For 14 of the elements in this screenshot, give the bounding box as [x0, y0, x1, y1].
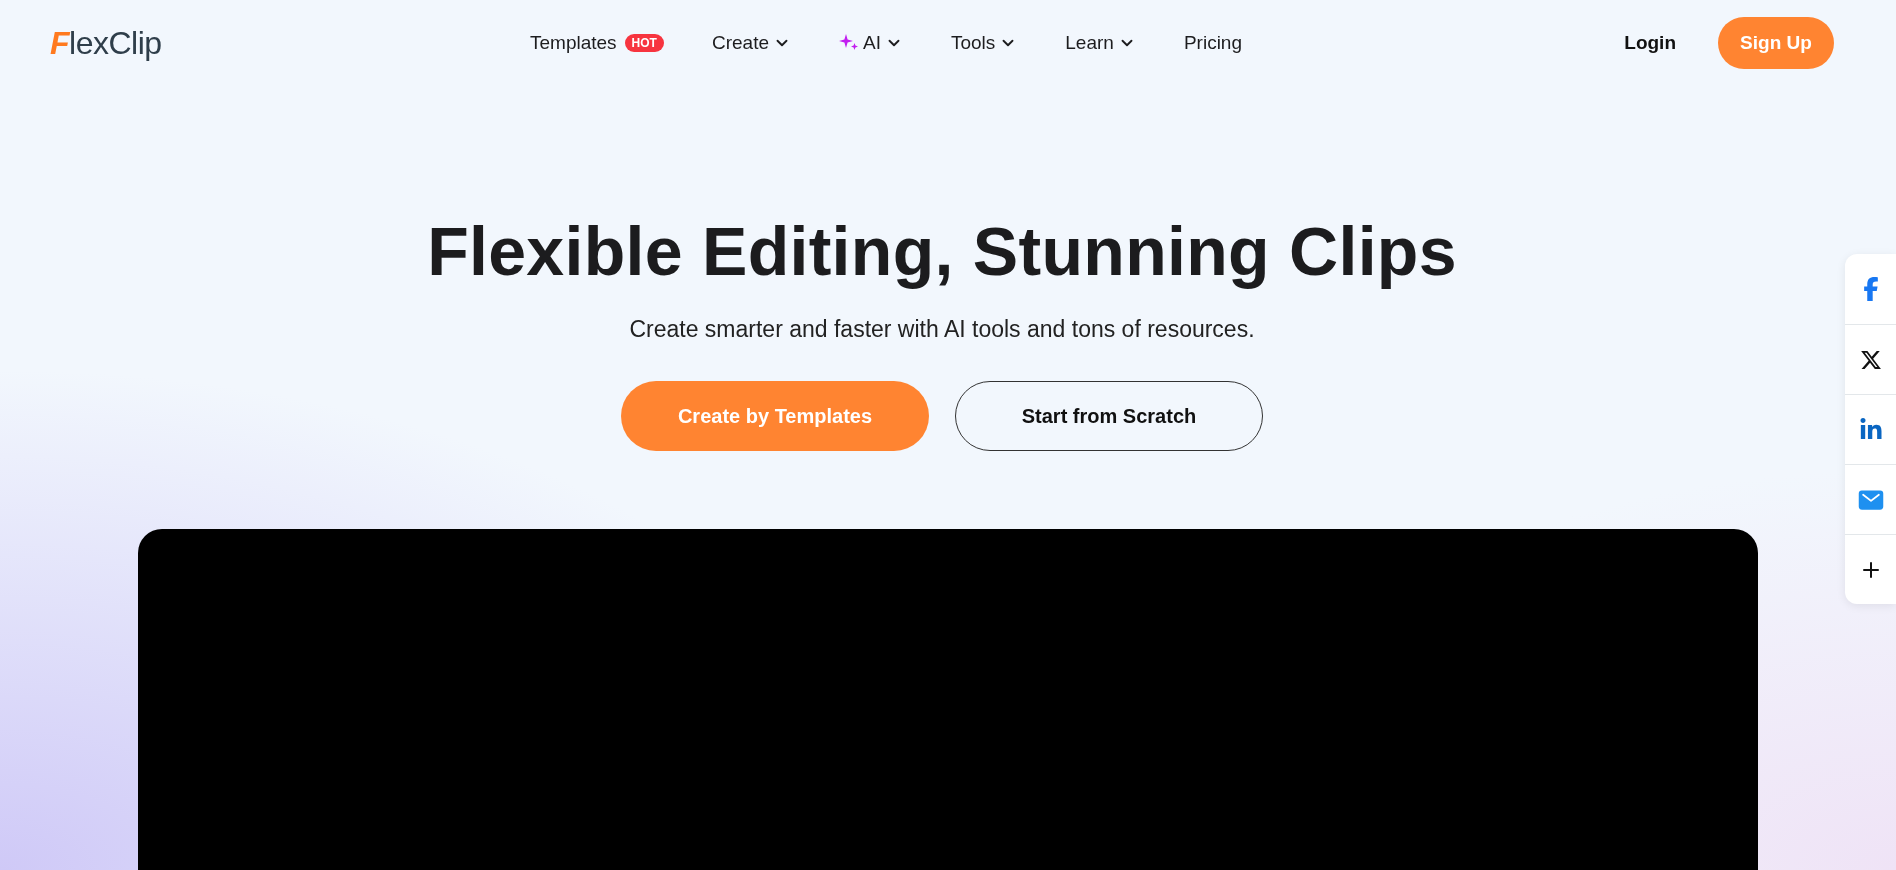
nav-link[interactable]: Templates HOT: [530, 32, 664, 54]
nav-link[interactable]: AI: [839, 32, 903, 54]
flexclip-logo[interactable]: FlexClip: [50, 24, 530, 62]
hero-title: Flexible Editing, Stunning Clips: [427, 212, 1457, 290]
x-icon: [1859, 348, 1882, 371]
hot-badge: HOT: [624, 34, 664, 52]
nav-link[interactable]: Learn: [1065, 32, 1136, 54]
nav-link[interactable]: Create: [711, 32, 791, 54]
linkedin-icon: [1858, 417, 1883, 442]
hero-subtitle: Create smarter and faster with AI tools and tons of resources.: [629, 316, 1255, 343]
sparkle-icon: [839, 34, 859, 52]
nav-link[interactable]: Tools: [950, 32, 1018, 54]
nav-link[interactable]: Pricing: [1183, 32, 1242, 54]
login-link[interactable]: Login: [1624, 32, 1676, 54]
